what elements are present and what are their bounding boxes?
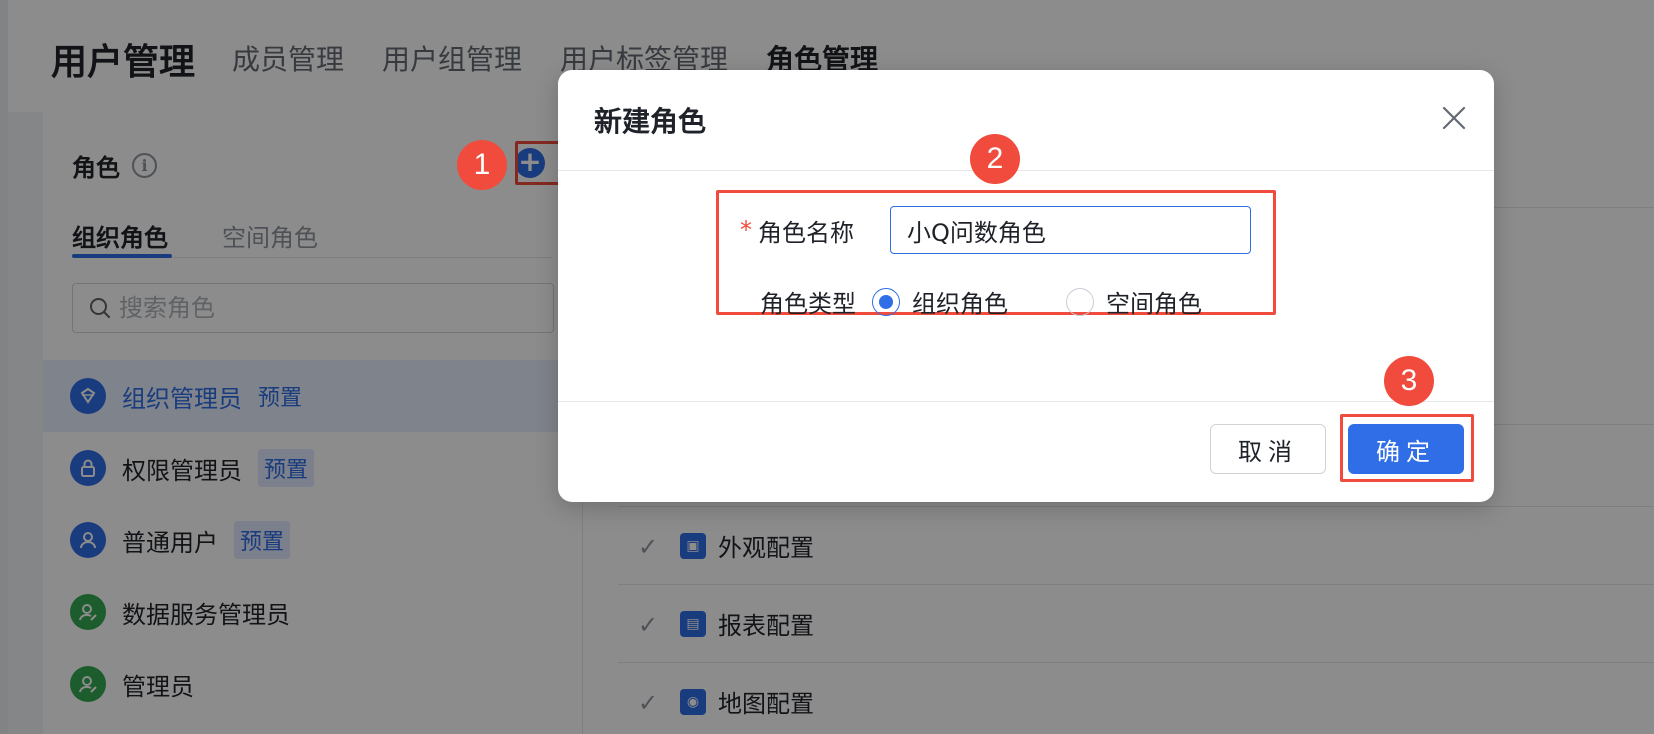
radio-checked-icon[interactable]: [872, 287, 900, 316]
close-icon[interactable]: [1440, 104, 1468, 132]
role-type-row: 角色类型 组织角色 空间角色: [760, 284, 1202, 319]
step1-badge: 1: [457, 140, 507, 190]
radio-unchecked-icon[interactable]: [1066, 287, 1094, 316]
dialog-footer-divider: [558, 401, 1494, 402]
role-name-input[interactable]: [890, 206, 1251, 254]
step2-badge: 2: [970, 134, 1020, 184]
role-name-row: * 角色名称: [740, 206, 1251, 254]
radio-org-role[interactable]: 组织角色: [872, 284, 1008, 319]
dialog-header-divider: [558, 170, 1494, 171]
step3-badge: 3: [1384, 356, 1434, 406]
confirm-button[interactable]: 确定: [1348, 424, 1464, 474]
cancel-button[interactable]: 取消: [1210, 424, 1326, 474]
radio-org-role-label: 组织角色: [912, 290, 1008, 318]
required-marker: *: [740, 216, 752, 244]
radio-space-role[interactable]: 空间角色: [1066, 284, 1202, 319]
new-role-dialog: 新建角色 2 * 角色名称 角色类型 组织角色 空间角色 3 取消 确定: [558, 70, 1494, 502]
role-name-label: 角色名称: [758, 218, 854, 247]
role-type-label: 角色类型: [760, 290, 856, 318]
dialog-title: 新建角色: [594, 105, 707, 138]
radio-space-role-label: 空间角色: [1106, 290, 1202, 318]
